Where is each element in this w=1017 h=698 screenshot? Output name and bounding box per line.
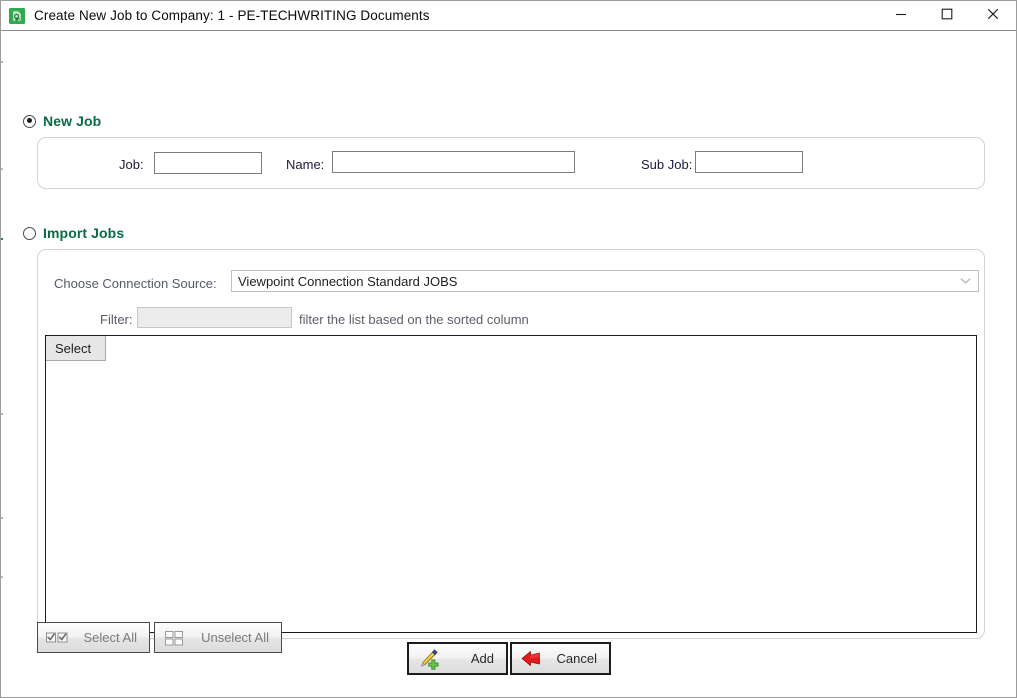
filter-hint: filter the list based on the sorted colu… (299, 312, 529, 327)
import-jobs-radio-row[interactable]: Import Jobs (23, 225, 124, 241)
new-job-label: New Job (43, 113, 102, 129)
checked-boxes-icon (44, 625, 70, 651)
dialog-body: New Job Job: Name: Sub Job: Import Jobs … (1, 31, 1016, 697)
connection-source-label: Choose Connection Source: (54, 276, 217, 291)
edge-artifact (1, 238, 3, 240)
name-input[interactable] (332, 151, 575, 173)
edge-artifact (1, 517, 3, 519)
new-job-group: Job: Name: Sub Job: (37, 137, 985, 189)
edge-artifact (1, 413, 3, 415)
cancel-label: Cancel (556, 651, 597, 666)
green-document-lock-icon (8, 7, 26, 25)
import-jobs-label: Import Jobs (43, 225, 125, 241)
minimize-button[interactable] (878, 1, 924, 30)
jobs-grid[interactable]: Select (45, 335, 977, 633)
window-title: Create New Job to Company: 1 - PE-TECHWR… (34, 8, 430, 23)
edge-artifact (1, 576, 3, 578)
title-bar: Create New Job to Company: 1 - PE-TECHWR… (1, 1, 1016, 31)
new-job-radio[interactable] (23, 114, 36, 128)
import-jobs-radio[interactable] (23, 226, 36, 240)
chevron-down-icon[interactable] (952, 277, 978, 285)
import-jobs-group: Choose Connection Source: Viewpoint Conn… (37, 249, 985, 639)
sub-job-input[interactable] (695, 151, 803, 173)
minimize-icon (895, 8, 907, 23)
filter-input[interactable] (137, 307, 292, 328)
connection-source-select[interactable]: Viewpoint Connection Standard JOBS (231, 270, 979, 292)
cancel-button[interactable]: Cancel (510, 642, 611, 675)
jobs-grid-header: Select (46, 336, 976, 361)
select-all-label: Select All (83, 630, 137, 645)
select-all-button[interactable]: Select All (37, 622, 150, 653)
add-button[interactable]: Add (407, 642, 508, 675)
filter-label: Filter: (100, 312, 133, 327)
sub-job-label: Sub Job: (641, 157, 693, 172)
maximize-icon (941, 8, 953, 23)
window-controls (878, 1, 1016, 31)
add-label: Add (470, 651, 494, 666)
close-button[interactable] (970, 1, 1016, 30)
new-job-radio-row[interactable]: New Job (23, 113, 101, 129)
name-label: Name: (286, 157, 325, 172)
edge-artifact (1, 61, 3, 63)
create-new-job-window: Create New Job to Company: 1 - PE-TECHWR… (0, 0, 1017, 698)
job-input[interactable] (154, 152, 262, 174)
edge-artifact (1, 168, 3, 170)
maximize-button[interactable] (924, 1, 970, 30)
empty-boxes-icon (161, 625, 187, 651)
grid-column-select[interactable]: Select (46, 336, 106, 361)
red-back-arrow-icon (518, 646, 544, 672)
job-label: Job: (119, 157, 144, 172)
unselect-all-button[interactable]: Unselect All (154, 622, 282, 653)
close-icon (987, 8, 999, 23)
connection-source-value: Viewpoint Connection Standard JOBS (238, 273, 458, 289)
pen-add-icon (415, 646, 441, 672)
jobs-grid-body[interactable] (46, 361, 976, 632)
unselect-all-label: Unselect All (201, 630, 269, 645)
